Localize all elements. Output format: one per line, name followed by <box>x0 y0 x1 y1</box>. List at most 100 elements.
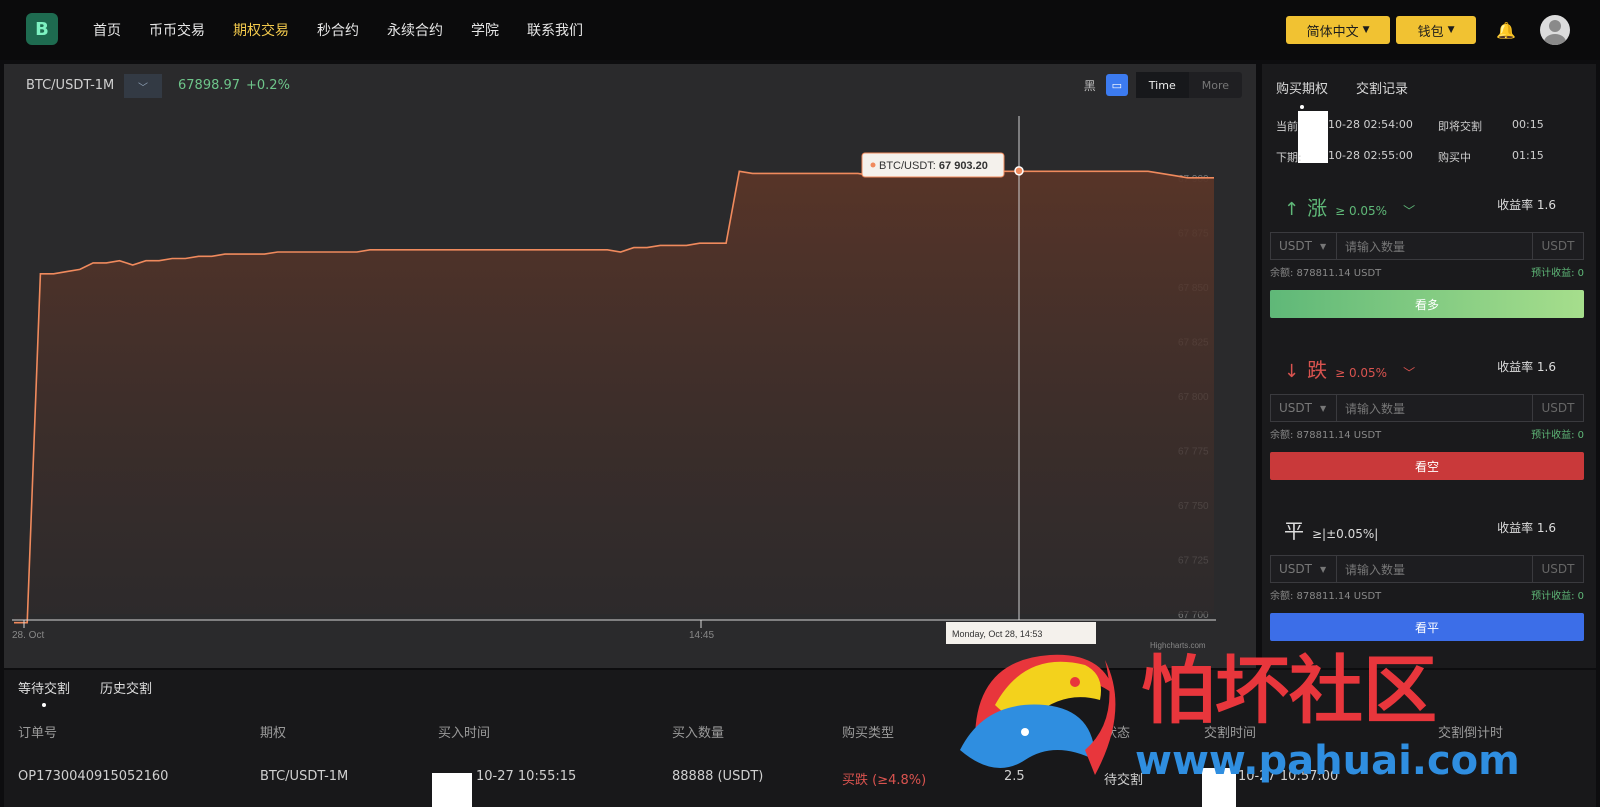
tooltip-value: 67 903.20 <box>939 160 988 172</box>
nav-home[interactable]: 首页 <box>93 20 121 40</box>
orders-panel: 等待交割 历史交割 订单号 期权 买入时间 买入数量 购买类型 状态 交割时间 … <box>4 670 1596 807</box>
pair-name: BTC/USDT-1M <box>26 78 115 93</box>
theme-label[interactable]: 黑 <box>1084 77 1096 94</box>
rise-option-block: ↑ 涨 ≥ 0.05% ﹀ 收益率 1.6 USDT ▼ 请输入数量 USDT 余… <box>1262 192 1596 352</box>
chart-header: BTC/USDT-1M ﹀ 67898.97 +0.2% 黑 ▭ Time Mo… <box>4 64 1256 106</box>
pair-dropdown[interactable]: ﹀ <box>124 74 162 98</box>
rise-threshold: ≥ 0.05% <box>1335 204 1388 218</box>
fall-direction: ↓ 跌 ≥ 0.05% ﹀ <box>1284 354 1415 383</box>
rise-balance: 余额: 878811.14 USDT <box>1270 268 1382 279</box>
flat-label: 平 <box>1284 519 1304 543</box>
flat-unit-label: USDT <box>1541 562 1575 576</box>
chart-tools: 黑 ▭ Time More <box>1084 72 1242 98</box>
flat-amount-input-group: USDT ▼ 请输入数量 USDT <box>1270 555 1584 583</box>
col-option: 期权 <box>260 726 287 741</box>
col-buy-type: 购买类型 <box>842 726 895 741</box>
flat-amount-input[interactable]: 请输入数量 <box>1337 556 1533 582</box>
arrow-up-icon: ↑ <box>1284 199 1300 220</box>
currency-label: USDT <box>1279 401 1312 415</box>
order-type: 买跌 (≥4.8%) <box>842 773 927 788</box>
price-chart[interactable]: 67 70067 72567 75067 77567 80067 82567 8… <box>4 106 1256 668</box>
fall-yield-rate: 收益率 1.6 <box>1497 360 1556 374</box>
redaction-box <box>432 773 472 807</box>
rise-amount-input[interactable]: 请输入数量 <box>1337 233 1533 259</box>
tab-pending-settlement[interactable]: 等待交割 <box>18 678 70 707</box>
current-status: 即将交割 <box>1438 120 1482 133</box>
nav-perpetual-contract[interactable]: 永续合约 <box>387 20 443 40</box>
flat-direction: 平 ≥|±0.05%| <box>1284 515 1378 544</box>
orders-table-header: 订单号 期权 买入时间 买入数量 购买类型 状态 交割时间 交割倒计时 <box>4 722 1596 742</box>
flat-yield-rate: 收益率 1.6 <box>1497 521 1556 535</box>
col-buy-qty: 买入数量 <box>672 726 725 741</box>
current-countdown: 00:15 <box>1512 118 1544 131</box>
nav-spot-trading[interactable]: 币币交易 <box>149 20 205 40</box>
table-row[interactable]: OP1730040915052160 BTC/USDT-1M 10-27 10:… <box>4 769 1596 789</box>
current-time: 10-28 02:54:00 <box>1328 118 1413 131</box>
side-tabs: 购买期权 交割记录 <box>1276 78 1408 109</box>
buy-rise-button[interactable]: 看多 <box>1270 290 1584 318</box>
next-time: 10-28 02:55:00 <box>1328 149 1413 162</box>
fall-amount-input[interactable]: 请输入数量 <box>1337 395 1533 421</box>
order-rate: 2.5 <box>1004 769 1025 784</box>
rise-amount-input-group: USDT ▼ 请输入数量 USDT <box>1270 232 1584 260</box>
order-option: BTC/USDT-1M <box>260 769 349 784</box>
next-period: 下期: 10-28 02:55:00 购买中 01:15 <box>1276 149 1586 165</box>
nav-second-contract[interactable]: 秒合约 <box>317 20 359 40</box>
col-settle-time: 交割时间 <box>1204 726 1257 741</box>
language-button[interactable]: 简体中文 ▼ <box>1286 16 1391 44</box>
rise-label: 涨 <box>1307 196 1328 220</box>
fall-label: 跌 <box>1307 358 1328 382</box>
flat-currency-select[interactable]: USDT ▼ <box>1271 556 1337 582</box>
chart-credit[interactable]: Highcharts.com <box>1150 641 1206 650</box>
order-settle-time: 10-27 10:57:00 <box>1238 769 1339 784</box>
flat-threshold: ≥|±0.05%| <box>1312 527 1379 541</box>
col-order-id: 订单号 <box>18 726 58 741</box>
time-button[interactable]: Time <box>1135 72 1189 98</box>
tab-settlement-records[interactable]: 交割记录 <box>1356 78 1408 109</box>
order-tabs: 等待交割 历史交割 <box>18 678 152 707</box>
top-navigation-bar: B 首页 币币交易 期权交易 秒合约 永续合约 学院 联系我们 简体中文 ▼ 钱包… <box>0 0 1600 60</box>
fall-currency-select[interactable]: USDT ▼ <box>1271 395 1337 421</box>
svg-text:BTC/USDT: 67 903.20: BTC/USDT: 67 903.20 <box>879 160 988 172</box>
brand-logo[interactable]: B <box>26 13 58 45</box>
x-tooltip-label: Monday, Oct 28, 14:53 <box>952 629 1042 639</box>
chart-mode-switch: Time More <box>1135 72 1242 98</box>
col-buy-time: 买入时间 <box>438 726 491 741</box>
avatar[interactable] <box>1540 15 1570 45</box>
caret-down-icon: ▼ <box>1447 25 1455 35</box>
order-qty: 88888 (USDT) <box>672 769 764 784</box>
wallet-button[interactable]: 钱包 ▼ <box>1396 16 1477 44</box>
buy-fall-button[interactable]: 看空 <box>1270 452 1584 480</box>
tab-buy-options[interactable]: 购买期权 <box>1276 78 1328 109</box>
fall-balance: 余额: 878811.14 USDT <box>1270 430 1382 441</box>
tooltip-pair: BTC/USDT: <box>879 160 936 172</box>
caret-down-icon: ▼ <box>1362 25 1370 35</box>
tab-settlement-history[interactable]: 历史交割 <box>100 678 152 707</box>
hover-point <box>1014 166 1024 176</box>
order-status: 待交割 <box>1104 773 1144 788</box>
chevron-down-icon[interactable]: ﹀ <box>1403 364 1415 381</box>
next-status: 购买中 <box>1438 151 1471 164</box>
nav-contact-us[interactable]: 联系我们 <box>527 20 583 40</box>
rise-unit-label: USDT <box>1541 239 1575 253</box>
col-countdown: 交割倒计时 <box>1438 726 1504 741</box>
rise-currency-select[interactable]: USDT ▼ <box>1271 233 1337 259</box>
wallet-label: 钱包 <box>1417 24 1444 40</box>
redaction-box <box>1202 768 1236 807</box>
nav-options-trading[interactable]: 期权交易 <box>233 20 289 40</box>
language-label: 简体中文 <box>1306 24 1359 40</box>
hover-tooltip: BTC/USDT: 67 903.20 <box>861 152 1005 178</box>
price-change: +0.2% <box>246 78 290 93</box>
fall-estimated-profit: 预计收益: 0 <box>1531 430 1584 441</box>
chevron-down-icon[interactable]: ﹀ <box>1403 202 1415 219</box>
caret-down-icon: ▼ <box>1319 564 1327 574</box>
price-area <box>14 171 1214 623</box>
bell-icon[interactable]: 🔔 <box>1496 21 1516 40</box>
theme-toggle-icon[interactable]: ▭ <box>1105 74 1128 96</box>
next-label: 下期: <box>1276 151 1302 164</box>
rise-estimated-profit: 预计收益: 0 <box>1531 268 1584 279</box>
nav-academy[interactable]: 学院 <box>471 20 499 40</box>
currency-label: USDT <box>1279 562 1312 576</box>
more-button[interactable]: More <box>1189 72 1242 98</box>
buy-flat-button[interactable]: 看平 <box>1270 613 1584 641</box>
